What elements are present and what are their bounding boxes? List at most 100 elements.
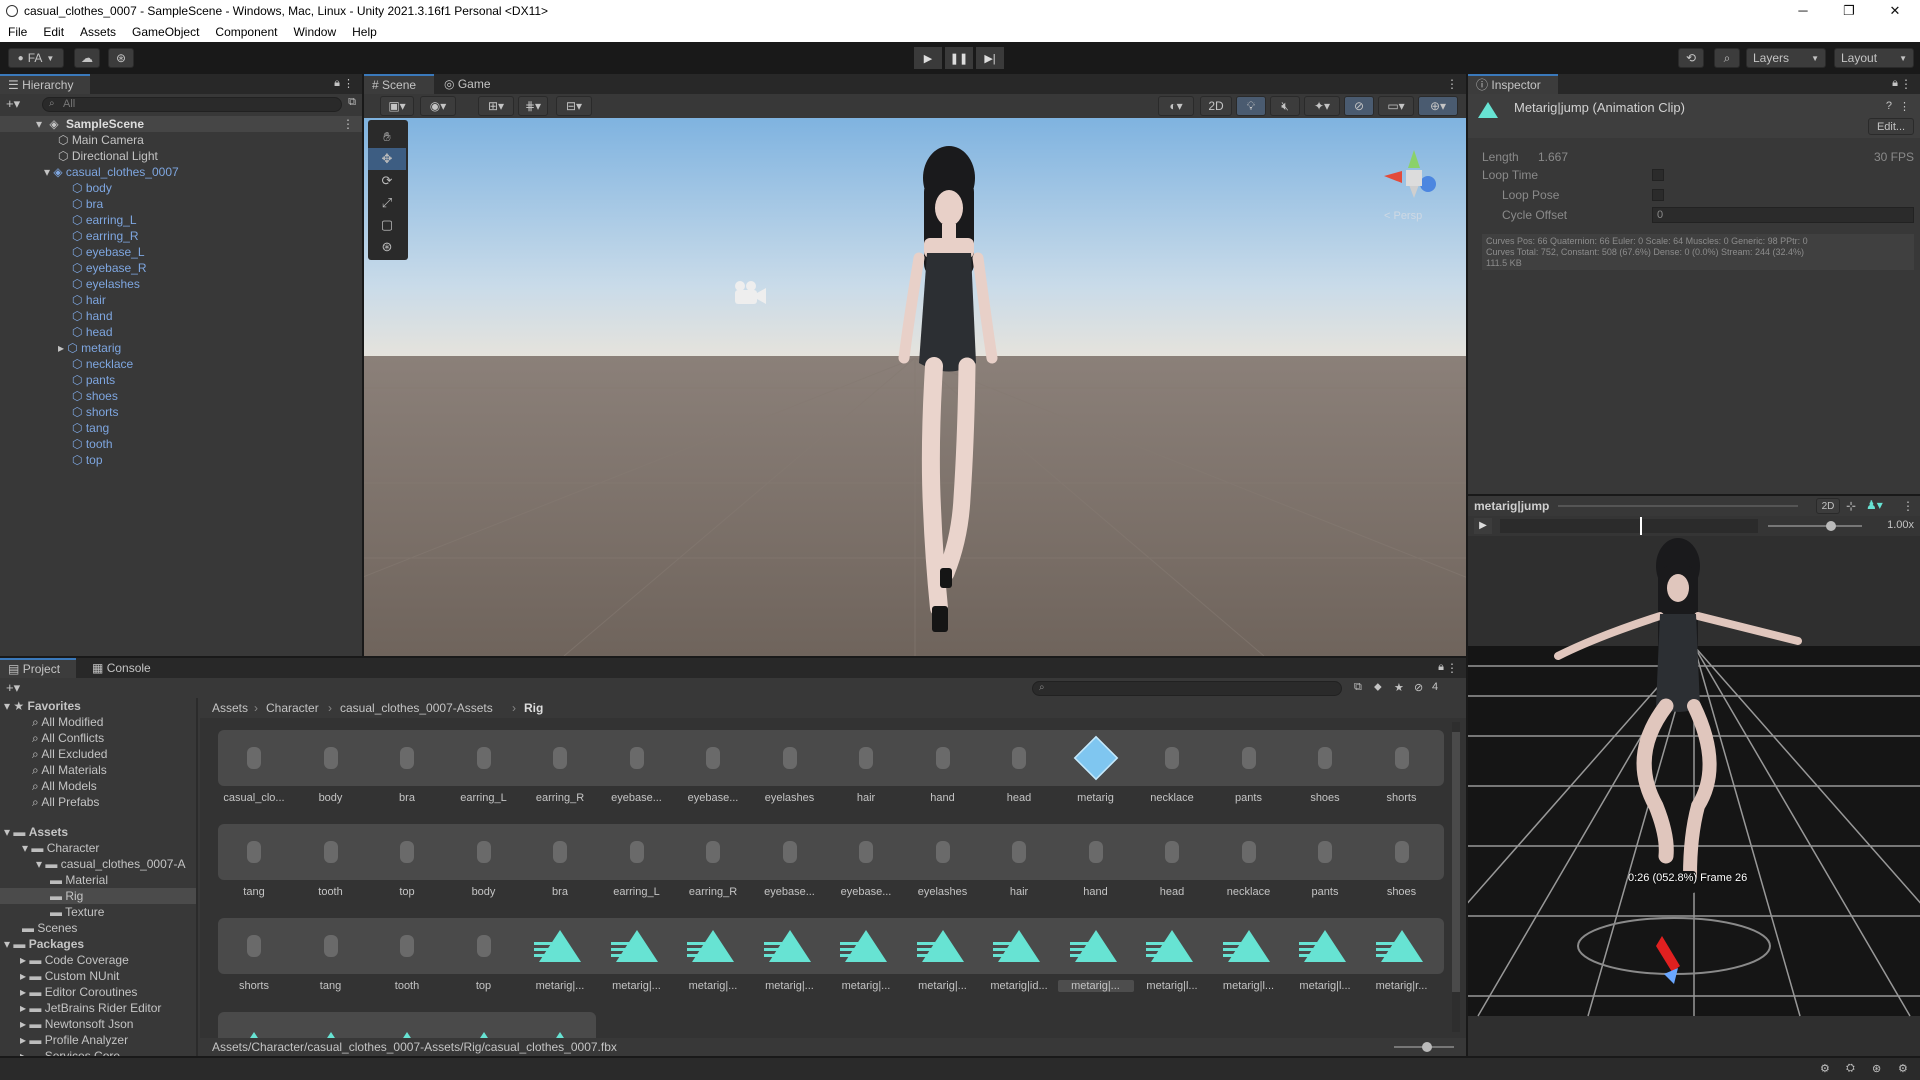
lock-icon[interactable]: 🔒︎ bbox=[1438, 661, 1444, 674]
tab-project[interactable]: ▤ Project bbox=[0, 658, 76, 678]
folder-tree-item[interactable]: ▬ Texture bbox=[0, 904, 196, 920]
favorite-item[interactable]: ⌕ All Conflicts bbox=[0, 730, 104, 746]
collapse-arrow-icon[interactable]: ▸ bbox=[20, 1017, 29, 1031]
collapse-arrow-icon[interactable]: ▸ bbox=[20, 953, 29, 967]
menu-gameobject[interactable]: GameObject bbox=[124, 25, 207, 39]
package-item[interactable]: ▸ ▬ Code Coverage bbox=[0, 952, 129, 968]
tab-console[interactable]: ▦ Console bbox=[84, 658, 164, 678]
layers-dropdown[interactable]: Layers ▼ bbox=[1746, 48, 1826, 68]
hierarchy-item[interactable]: ⬡ shoes bbox=[0, 388, 118, 404]
grid-scrollbar[interactable] bbox=[1452, 722, 1460, 1032]
preview-playhead[interactable] bbox=[1640, 517, 1642, 535]
grid-snap-dropdown[interactable]: ⊞▾ bbox=[478, 96, 514, 116]
favorite-item[interactable]: ⌕ All Prefabs bbox=[0, 794, 99, 810]
asset-tile[interactable]: earring_L bbox=[446, 734, 522, 804]
package-item[interactable]: ▸ ▬ JetBrains Rider Editor bbox=[0, 1000, 161, 1016]
asset-tile[interactable]: top bbox=[369, 828, 445, 898]
more-menu-icon[interactable]: ⋮ bbox=[1900, 77, 1912, 91]
ruler-dropdown[interactable]: ⊟▾ bbox=[556, 96, 592, 116]
preview-2d-toggle[interactable]: 2D bbox=[1816, 498, 1840, 514]
account-dropdown[interactable]: ● FA ▼ bbox=[8, 48, 64, 68]
asset-tile[interactable]: bra bbox=[369, 734, 445, 804]
tab-game[interactable]: ◎ Game bbox=[436, 74, 502, 94]
lighting-toggle[interactable]: 💡︎ bbox=[1236, 96, 1266, 116]
hierarchy-item[interactable]: ⬡ eyebase_R bbox=[0, 260, 147, 276]
cycle-offset-field[interactable]: 0 bbox=[1652, 207, 1914, 223]
render-mode-dropdown[interactable]: ◉▾ bbox=[420, 96, 456, 116]
hierarchy-item[interactable]: ⬡ Directional Light bbox=[0, 148, 158, 164]
draw-mode-dropdown[interactable]: ▣▾ bbox=[380, 96, 414, 116]
packages-header[interactable]: ▾ ▬ Packages bbox=[0, 936, 84, 952]
cloud-button[interactable]: ☁ bbox=[74, 48, 100, 68]
effects-dropdown[interactable]: ✦▾ bbox=[1304, 96, 1340, 116]
package-item[interactable]: ▸ ▬ Services Core bbox=[0, 1048, 120, 1056]
asset-tile[interactable]: top bbox=[446, 922, 522, 992]
favorite-item[interactable]: ⌕ All Excluded bbox=[0, 746, 107, 762]
loop-pose-checkbox[interactable] bbox=[1652, 189, 1664, 201]
gizmos-dropdown[interactable]: ⊕▾ bbox=[1418, 96, 1458, 116]
asset-tile[interactable]: shorts bbox=[216, 922, 292, 992]
asset-tile[interactable]: eyebase... bbox=[828, 828, 904, 898]
folder-tree-item[interactable]: ▾ ▬ casual_clothes_0007-A bbox=[0, 856, 196, 872]
collapse-arrow-icon[interactable]: ▸ bbox=[20, 1033, 29, 1047]
asset-tile[interactable]: earring_R bbox=[675, 828, 751, 898]
search-by-label-icon[interactable]: ⬥ bbox=[1374, 681, 1382, 694]
more-menu-icon[interactable]: ⋮ bbox=[1902, 499, 1914, 513]
asset-tile[interactable]: necklace bbox=[1211, 828, 1287, 898]
more-menu-icon[interactable]: ⋮ bbox=[343, 77, 354, 90]
asset-tile[interactable]: head bbox=[981, 734, 1057, 804]
transform-tool-button[interactable]: ⊛ bbox=[368, 236, 406, 258]
breadcrumb-rig[interactable]: Rig bbox=[524, 701, 543, 715]
create-button[interactable]: +▾ bbox=[6, 96, 20, 112]
folder-tree-item[interactable]: ▾ ▬ Character bbox=[0, 840, 196, 856]
maximize-button[interactable]: ❐ bbox=[1826, 0, 1872, 22]
menu-help[interactable]: Help bbox=[344, 25, 385, 39]
asset-tile[interactable]: metarig|... bbox=[752, 922, 828, 992]
asset-tile[interactable]: head bbox=[1134, 828, 1210, 898]
asset-tile[interactable]: metarig|r... bbox=[1364, 922, 1440, 992]
breadcrumb-folder[interactable]: casual_clothes_0007-Assets bbox=[340, 701, 493, 715]
asset-tile[interactable]: eyelashes bbox=[905, 828, 981, 898]
asset-tile[interactable]: pants bbox=[1211, 734, 1287, 804]
hierarchy-item[interactable]: ⬡ shorts bbox=[0, 404, 119, 420]
favorite-star-icon[interactable]: ★ bbox=[1394, 681, 1404, 694]
search-by-type-icon[interactable]: ⧉ bbox=[1354, 681, 1362, 694]
folder-tree-item[interactable]: ▬ Scenes bbox=[0, 920, 196, 936]
asset-tile[interactable]: metarig|... bbox=[905, 922, 981, 992]
hierarchy-item[interactable]: ⬡ earring_L bbox=[0, 212, 137, 228]
asset-tile[interactable]: metarig|... bbox=[1057, 922, 1134, 992]
folder-tree-item[interactable]: ▬ Material bbox=[0, 872, 196, 888]
shading-sphere-dropdown[interactable]: ◐▾ bbox=[1158, 96, 1194, 116]
rotate-tool-button[interactable]: ⟳ bbox=[368, 170, 406, 192]
tab-hierarchy[interactable]: ☰ Hierarchy bbox=[0, 74, 90, 94]
asset-tile[interactable]: tang bbox=[293, 922, 369, 992]
tab-scene[interactable]: # Scene bbox=[364, 74, 434, 94]
package-item[interactable]: ▸ ▬ Editor Coroutines bbox=[0, 984, 137, 1000]
hierarchy-item[interactable]: ▾ ◈ casual_clothes_0007 bbox=[0, 164, 179, 180]
layout-dropdown[interactable]: Layout ▼ bbox=[1834, 48, 1914, 68]
package-item[interactable]: ▸ ▬ Profile Analyzer bbox=[0, 1032, 128, 1048]
asset-tile[interactable]: body bbox=[446, 828, 522, 898]
preview-viewport[interactable]: 0:26 (052.8%) Frame 26 bbox=[1468, 536, 1920, 1036]
asset-tile[interactable]: metarig|... bbox=[599, 922, 675, 992]
asset-tile[interactable]: shoes bbox=[1287, 734, 1363, 804]
hierarchy-item[interactable]: ⬡ Main Camera bbox=[0, 132, 144, 148]
package-item[interactable]: ▸ ▬ Custom NUnit bbox=[0, 968, 119, 984]
asset-tile[interactable]: metarig|l... bbox=[1287, 922, 1363, 992]
collapse-arrow-icon[interactable]: ▸ bbox=[20, 1049, 29, 1056]
increment-snap-dropdown[interactable]: ⋕▾ bbox=[518, 96, 548, 116]
favorite-item[interactable]: ⌕ All Models bbox=[0, 778, 97, 794]
speed-slider-track[interactable] bbox=[1768, 521, 1862, 531]
asset-tile[interactable]: shorts bbox=[1364, 734, 1440, 804]
breadcrumb-character[interactable]: Character bbox=[266, 701, 319, 715]
asset-tile[interactable]: hand bbox=[1058, 828, 1134, 898]
hierarchy-item[interactable]: ⬡ pants bbox=[0, 372, 115, 388]
favorite-item[interactable]: ⌕ All Materials bbox=[0, 762, 107, 778]
breadcrumb-assets[interactable]: Assets bbox=[212, 701, 248, 715]
hand-tool-button[interactable]: ✋︎ bbox=[368, 126, 406, 148]
create-button[interactable]: +▾ bbox=[6, 680, 20, 696]
2d-toggle[interactable]: 2D bbox=[1200, 96, 1232, 116]
thumbnail-size-slider[interactable] bbox=[1394, 1042, 1454, 1052]
play-button[interactable]: ▶ bbox=[914, 47, 942, 69]
asset-tile[interactable]: metarig|... bbox=[522, 922, 598, 992]
